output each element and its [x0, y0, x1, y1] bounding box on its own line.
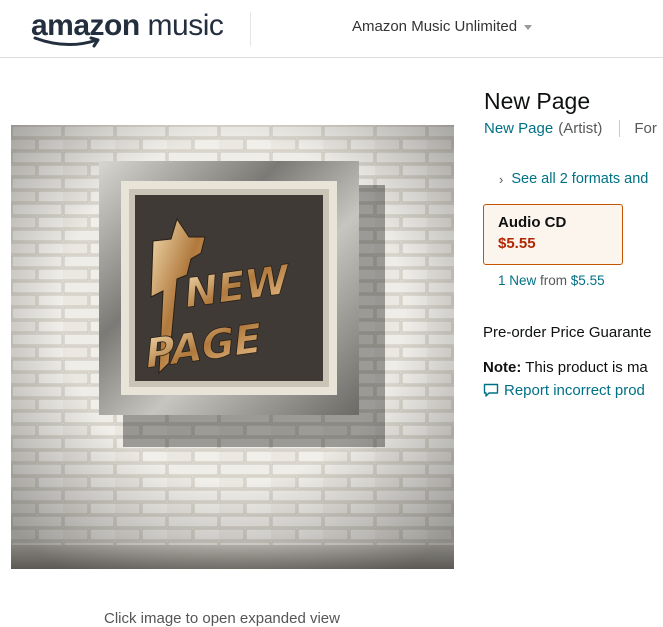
see-all-formats-link[interactable]: › See all 2 formats and: [499, 171, 648, 187]
note-text: This product is ma: [525, 359, 648, 376]
amazon-music-logo[interactable]: amazon music: [31, 8, 224, 48]
format-price: $5.55: [498, 235, 536, 252]
caret-down-icon: [524, 24, 533, 30]
store-menu-dropdown[interactable]: Amazon Music Unlimited: [352, 18, 533, 35]
product-note: Note: This product is ma: [483, 359, 648, 376]
product-title: New Page: [484, 88, 591, 114]
byline-separator: [619, 120, 621, 137]
album-cover-art: NEW PAGE: [11, 125, 454, 569]
offers-price[interactable]: $5.55: [571, 273, 605, 288]
comment-icon: [483, 383, 499, 397]
new-offers-link[interactable]: 1 New: [498, 273, 536, 288]
byline-extra: For: [634, 120, 657, 137]
note-label: Note:: [483, 359, 522, 376]
site-header: amazon music Amazon Music Unlimited: [0, 0, 663, 58]
preorder-guarantee-text: Pre-order Price Guarante: [483, 324, 652, 341]
chevron-right-icon: ›: [499, 171, 504, 187]
see-all-formats-label: See all 2 formats and: [511, 171, 649, 187]
report-label: Report incorrect prod: [504, 382, 645, 399]
report-incorrect-link[interactable]: Report incorrect prod: [483, 382, 645, 399]
offers-from-text: from: [540, 273, 568, 288]
format-name: Audio CD: [498, 214, 567, 231]
offers-line: 1 New from $5.55: [498, 273, 605, 288]
store-menu-label: Amazon Music Unlimited: [352, 18, 518, 35]
logo-suffix: music: [147, 9, 224, 42]
image-caption[interactable]: Click image to open expanded view: [104, 610, 340, 627]
smile-icon: [33, 36, 100, 48]
album-cover-image[interactable]: NEW PAGE: [11, 125, 454, 569]
artist-role: (Artist): [558, 120, 603, 137]
format-audio-cd-button[interactable]: Audio CD $5.55: [483, 204, 623, 265]
byline: New Page (Artist) For: [484, 120, 657, 137]
header-divider: [250, 12, 251, 46]
artist-link[interactable]: New Page: [484, 120, 553, 137]
